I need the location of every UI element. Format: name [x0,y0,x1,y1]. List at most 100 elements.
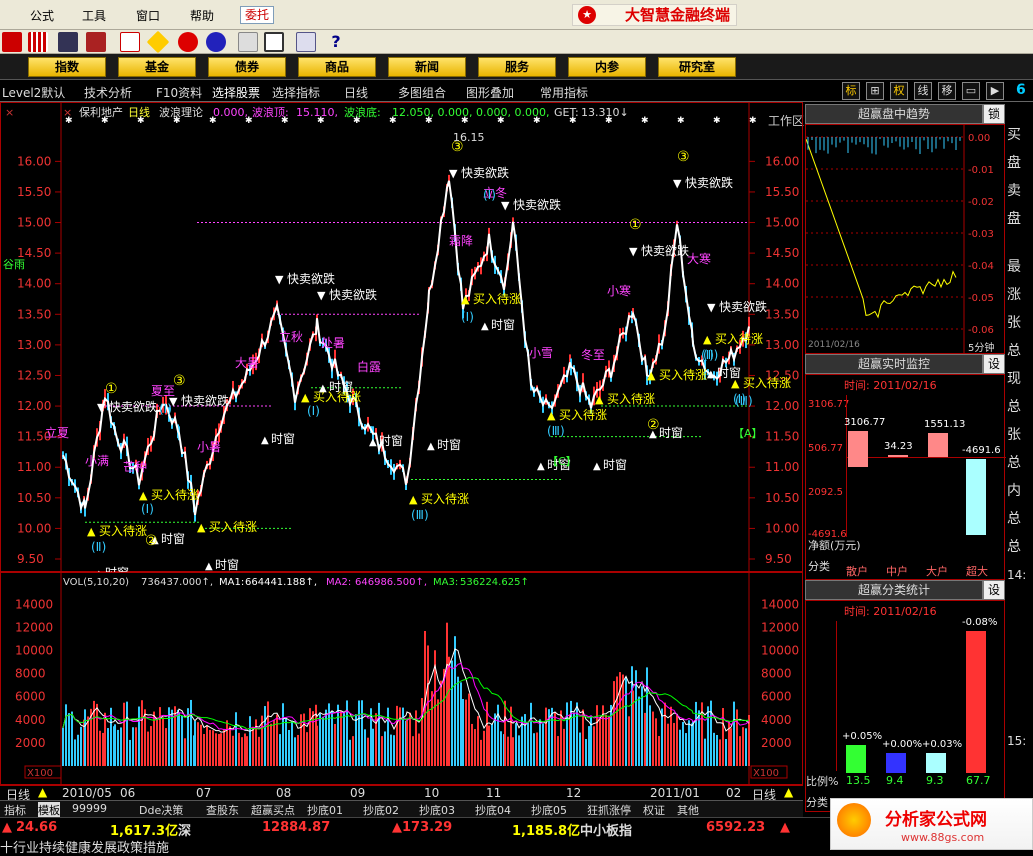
tab-level2[interactable]: Level2默认 [2,84,65,101]
next-button[interactable]: ▶ [986,82,1004,100]
volume-tick-left: 6000 [15,690,46,704]
window-arrow-icon: ▲ [707,369,715,380]
chart-icon[interactable] [120,32,140,52]
period-up-icon[interactable]: ▲ [38,785,47,799]
blue-circle-icon[interactable] [206,32,226,52]
volume-bar [331,710,333,766]
volume-bar [120,727,122,766]
nav-index[interactable]: 指数 [28,57,106,77]
binoculars-icon[interactable] [58,32,78,52]
volume-bar [232,735,234,766]
tab-multichart[interactable]: 多图组合 [398,84,446,101]
tab-common-indicators[interactable]: 常用指标 [540,84,588,101]
classify-panel[interactable]: 时间: 2011/02/16 +0.05% 13.5 +0.00% 9.4 +0.03%… [805,600,1005,812]
alarm-icon[interactable] [86,32,106,52]
indicator-tab[interactable]: 抄底03 [419,802,455,818]
close-chart-icon[interactable]: × [5,106,14,119]
grid-button[interactable]: ⊞ [866,82,884,100]
volume-bar [725,739,727,766]
tab-select-stock[interactable]: 选择股票 [212,84,260,101]
bars-icon[interactable] [28,32,48,52]
price-tick-left: 13.00 [17,338,51,352]
period-down-icon[interactable]: ▲ [784,785,793,799]
window-button[interactable]: ▭ [962,82,980,100]
x-label-1: 06 [120,786,136,800]
notebook-icon[interactable] [238,32,258,52]
volume-bar [74,739,76,766]
sell-arrow-icon: ▼ [629,245,638,258]
volume-bar [184,738,186,766]
rights-button[interactable]: 权 [890,82,908,100]
volume-bar [147,731,149,766]
connect-icon[interactable] [2,32,22,52]
price-chart-panel[interactable]: × × 保利地产 日线 波浪理论 0.000, 波浪顶: 15.110, 波浪底… [0,102,804,580]
line-button[interactable]: 线 [914,82,932,100]
status-sme-index: 6592.23 [706,820,766,835]
tab-f10[interactable]: F10资料 [156,84,202,101]
trend-lock-button[interactable]: 锁 [983,104,1005,124]
menu-tools[interactable]: 工具 [82,7,106,24]
volume-bar [68,713,70,766]
peak-price-label: 16.15 [453,131,485,144]
tab-overlay[interactable]: 图形叠加 [466,84,514,101]
side-info-column: 买盘卖盘最涨张总现总张总内总总 14: 15: [1005,102,1033,802]
nav-reference[interactable]: 内参 [568,57,646,77]
window-icon[interactable] [296,32,316,52]
volume-bar [698,710,700,766]
move-button[interactable]: 移 [938,82,956,100]
volume-bar [279,734,281,766]
commission-button[interactable]: 委托 [240,6,274,24]
tab-select-indicator[interactable]: 选择指标 [272,84,320,101]
classify-settings-button[interactable]: 设 [983,580,1005,600]
menu-formula[interactable]: 公式 [30,7,54,24]
volume-bar [440,680,442,766]
indicator-tab[interactable]: Dde决策 [139,802,183,818]
volume-tick-right: 4000 [761,713,792,727]
indicator-tab[interactable]: 抄底04 [475,802,511,818]
wave-number-icon: ② [145,533,158,549]
indicator-tab[interactable]: 抄底01 [307,802,343,818]
volume-chart-panel[interactable]: 14000 14000 12000 12000 10000 10000 8000 8000 60… [0,572,804,786]
app-logo-icon: ★ [578,6,596,24]
mark-button[interactable]: 标 [842,82,860,100]
indicator-tab[interactable]: 权证 [643,802,665,818]
nav-news[interactable]: 新闻 [388,57,466,77]
tab-technical[interactable]: 技术分析 [84,84,132,101]
help-pointer-icon[interactable]: ? [326,32,346,52]
volume-bar [367,737,369,766]
indicator-tab[interactable]: 抄底05 [531,802,567,818]
nav-bond[interactable]: 债券 [208,57,286,77]
tab-daily[interactable]: 日线 [344,84,368,101]
side-info-char: 买 [1007,127,1021,143]
nav-research[interactable]: 研究室 [658,57,736,77]
nav-service[interactable]: 服务 [478,57,556,77]
red-circle-icon[interactable] [178,32,198,52]
monitor-panel[interactable]: 时间: 2011/02/16 3106.77 506.77 2092.5 -46… [805,374,1006,580]
volume-chart[interactable]: 14000 14000 12000 12000 10000 10000 8000 8000 60… [1,573,804,786]
indicator-tab[interactable]: 抄底02 [363,802,399,818]
volume-bar [288,729,290,766]
nav-fund[interactable]: 基金 [118,57,196,77]
time-window-label: 时窗 [271,432,295,446]
nav-commodity[interactable]: 商品 [298,57,376,77]
volume-bar [658,736,660,766]
indicator-tab[interactable]: 查股东 [206,802,239,818]
indicator-tab[interactable]: 指标 [4,802,26,818]
monitor-time: 时间: 2011/02/16 [844,379,937,392]
window-arrow-icon: ▲ [427,441,435,452]
trend-chart-panel[interactable]: 0.00 -0.01 -0.02 -0.03 -0.04 -0.05 -0.06 2011/… [805,124,1005,355]
indicator-tab[interactable]: 超赢买点 [251,802,295,818]
monitor-panel-title: 超赢实时监控 [805,354,983,374]
diamond-icon[interactable] [146,30,170,54]
indicator-tab[interactable]: 99999 [72,802,107,815]
layout-icon[interactable] [264,32,284,52]
monitor-settings-button[interactable]: 设 [983,354,1005,374]
indicator-tab[interactable]: 狂抓涨停 [587,802,631,818]
indicator-tab[interactable]: 其他 [677,802,699,818]
buy-signal: 买入待涨 [659,367,707,382]
indicator-tab[interactable]: 模板 [38,802,60,818]
menu-window[interactable]: 窗口 [136,7,160,24]
menu-help[interactable]: 帮助 [190,7,214,24]
price-chart[interactable]: × × 保利地产 日线 波浪理论 0.000, 波浪顶: 15.110, 波浪底… [1,103,804,580]
trend-tick: 0.00 [968,133,990,144]
